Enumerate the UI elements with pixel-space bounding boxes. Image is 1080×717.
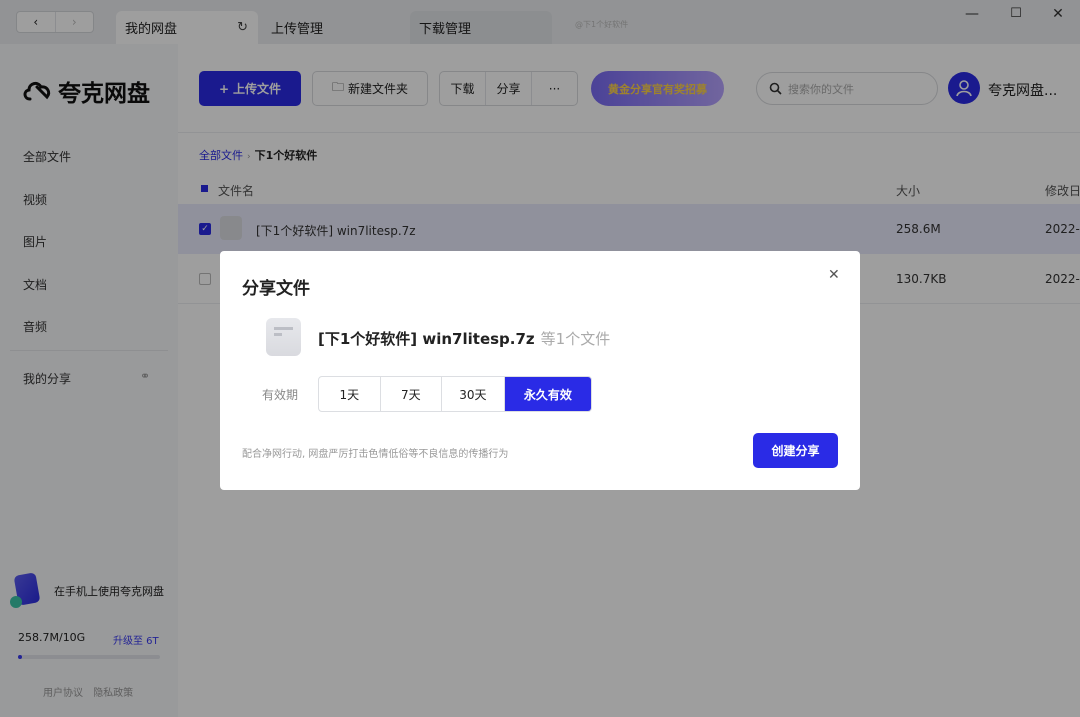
validity-option-permanent[interactable]: 永久有效 — [504, 377, 591, 411]
share-file-name: [下1个好软件] win7litesp.7z — [318, 330, 535, 348]
validity-label: 有效期 — [262, 388, 299, 402]
validity-selector: 1天 7天 30天 永久有效 — [318, 376, 592, 412]
share-file-summary: [下1个好软件] win7litesp.7z 等1个文件 — [318, 328, 610, 349]
create-share-button[interactable]: 创建分享 — [753, 433, 838, 468]
validity-option-1-day[interactable]: 1天 — [319, 377, 381, 411]
close-icon[interactable]: ✕ — [828, 267, 840, 283]
share-file-count: 等1个文件 — [540, 330, 611, 348]
file-icon — [266, 318, 301, 356]
share-dialog: 分享文件 ✕ [下1个好软件] win7litesp.7z 等1个文件 有效期 1… — [220, 251, 860, 490]
dialog-title: 分享文件 — [242, 279, 310, 299]
validity-option-30-days[interactable]: 30天 — [442, 377, 505, 411]
policy-notice: 配合净网行动, 网盘严厉打击色情低俗等不良信息的传播行为 — [242, 449, 509, 460]
validity-option-7-days[interactable]: 7天 — [381, 377, 443, 411]
